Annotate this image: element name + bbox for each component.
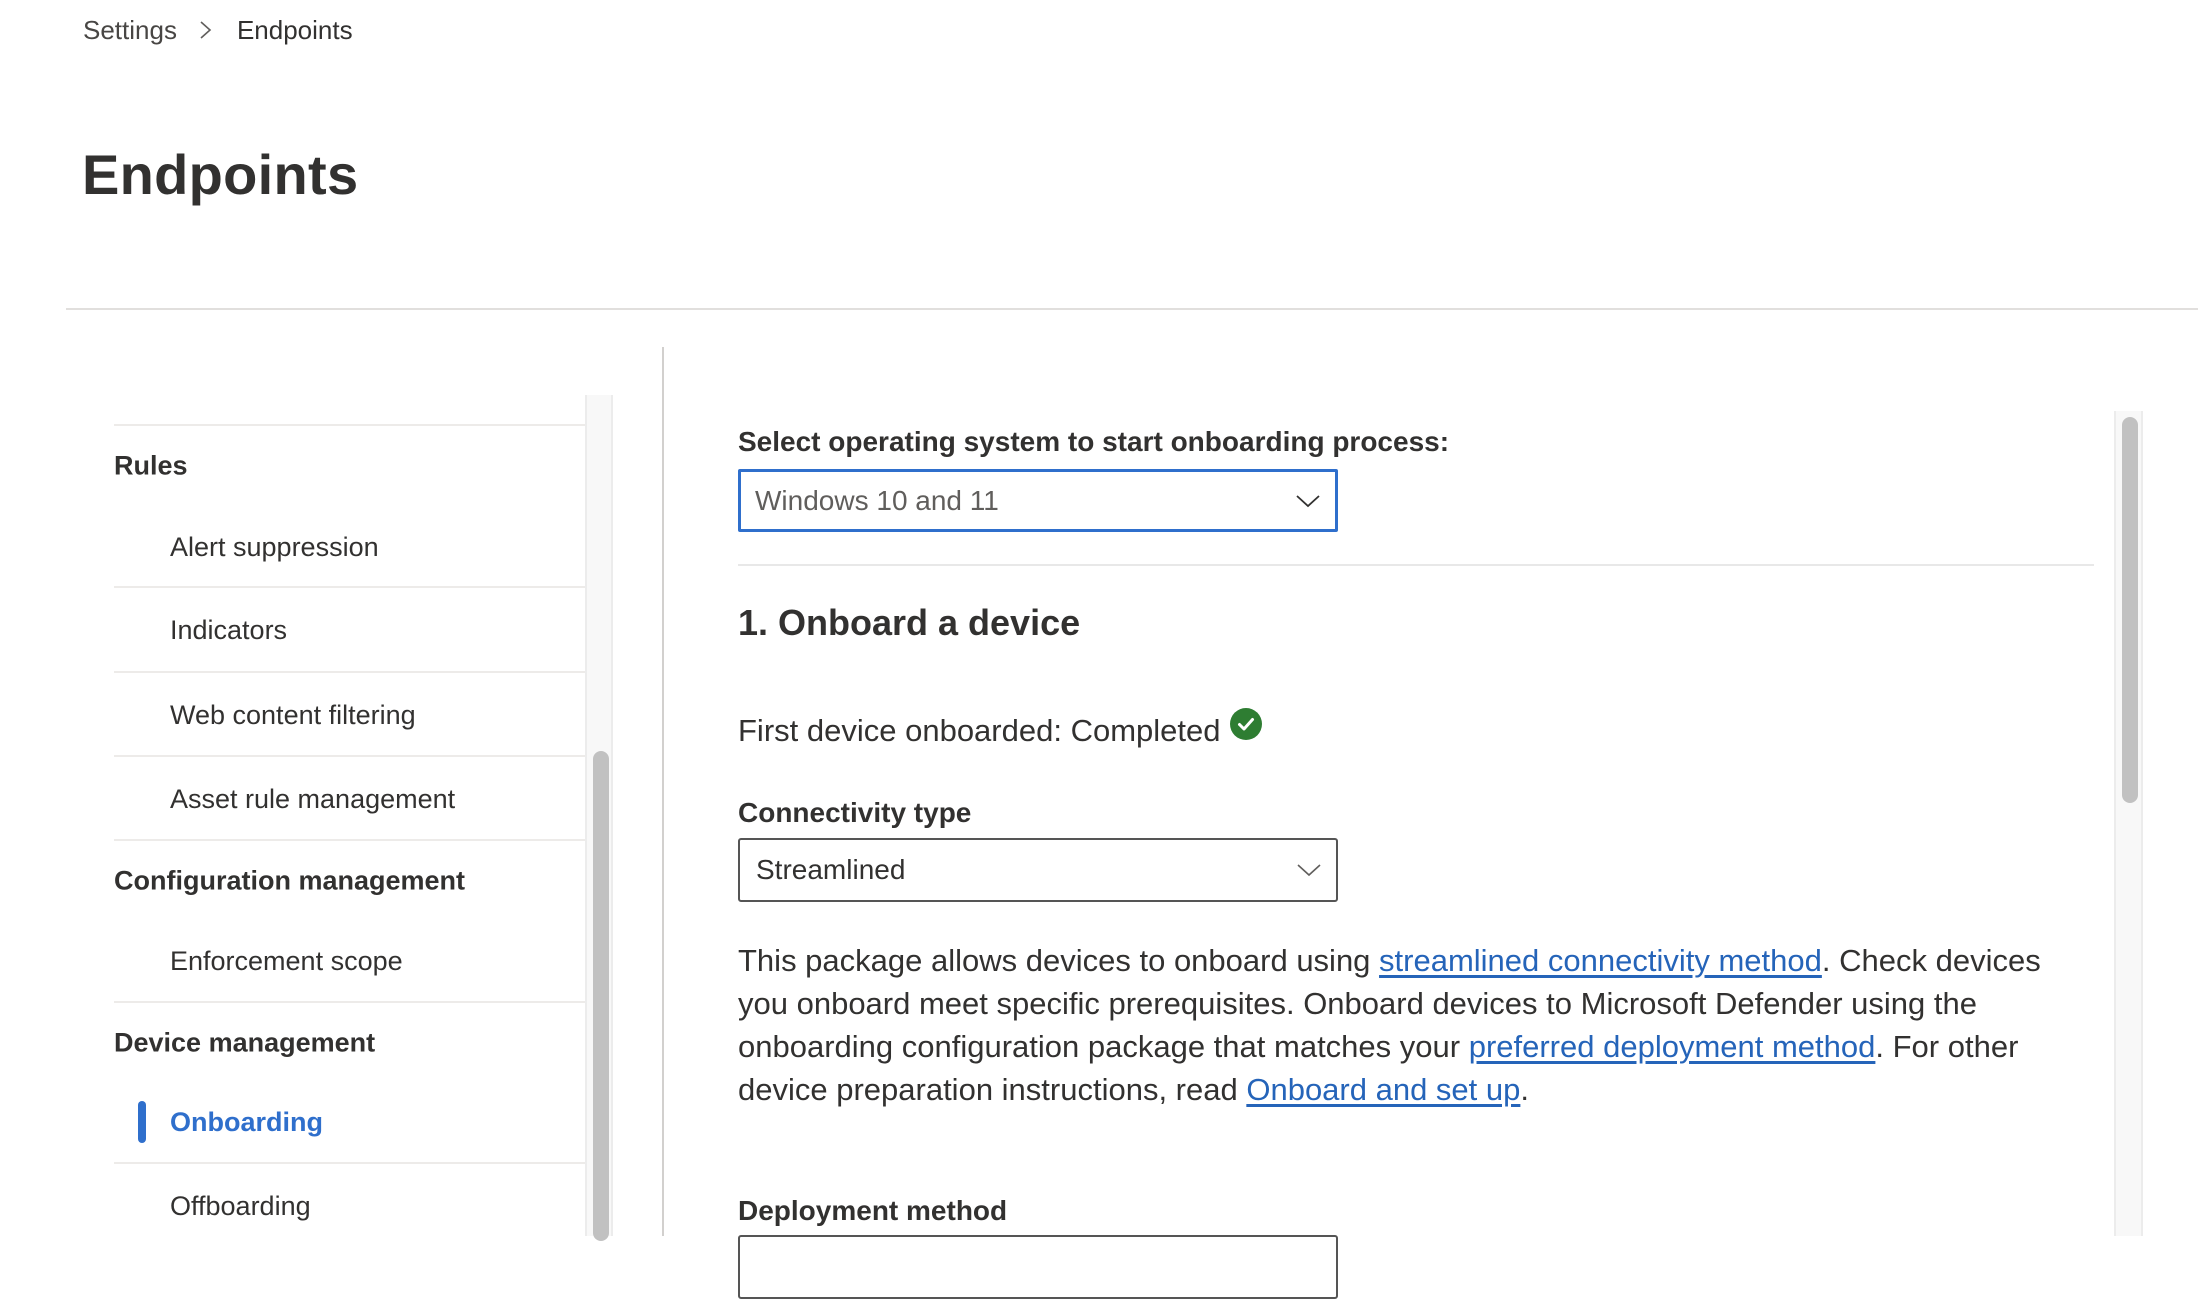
connectivity-type-label: Connectivity type [738, 797, 972, 828]
sidebar-item-indicators[interactable]: Indicators [114, 600, 585, 660]
check-circle-icon [1230, 708, 1263, 740]
pane-divider [662, 347, 664, 1236]
active-indicator [138, 1101, 146, 1143]
sidebar-item-enforcement-scope[interactable]: Enforcement scope [114, 931, 585, 991]
breadcrumb-settings[interactable]: Settings [83, 15, 177, 46]
nav-divider [114, 1001, 585, 1003]
connectivity-type-value: Streamlined [756, 854, 906, 885]
sidebar-item-asset-rule-management[interactable]: Asset rule management [114, 769, 585, 829]
nav-divider [114, 839, 585, 841]
sidebar-item-label: Asset rule management [170, 783, 456, 814]
section-divider [738, 564, 2094, 566]
header-divider [66, 308, 2198, 310]
os-select-dropdown[interactable]: Windows 10 and 11 [738, 469, 1338, 532]
connectivity-description: This package allows devices to onboard u… [738, 939, 2098, 1111]
chevron-down-icon [1295, 493, 1321, 509]
chevron-right-icon [199, 19, 213, 41]
sidebar-scrollbar[interactable] [585, 395, 613, 1241]
sidebar-scrollbar-thumb[interactable] [593, 751, 609, 1241]
sidebar-item-label: Enforcement scope [170, 945, 403, 976]
sidebar-item-label: Web content filtering [170, 699, 416, 730]
deployment-method-dropdown[interactable] [738, 1235, 1338, 1299]
deployment-method-label: Deployment method [738, 1195, 1008, 1226]
preferred-deployment-link[interactable]: preferred deployment method [1469, 1029, 1876, 1064]
streamlined-connectivity-link[interactable]: streamlined connectivity method [1379, 943, 1822, 978]
description-text: This package allows devices to onboard u… [738, 943, 1380, 978]
os-select-value: Windows 10 and 11 [755, 484, 999, 516]
sidebar-item-label: Onboarding [170, 1106, 323, 1137]
section-heading: 1. Onboard a device [738, 602, 1081, 643]
content-scrollbar[interactable] [2114, 411, 2143, 1236]
content-scrollbar-thumb[interactable] [2122, 417, 2138, 803]
sidebar-item-web-content-filtering[interactable]: Web content filtering [114, 685, 585, 745]
nav-divider [114, 1162, 585, 1164]
status-text: First device onboarded: Completed [738, 713, 1221, 748]
os-select-label: Select operating system to start onboard… [738, 426, 1450, 457]
sidebar-group-configuration-management: Configuration management [114, 865, 466, 896]
onboarding-status: First device onboarded: Completed [738, 708, 1263, 749]
sidebar-group-rules: Rules [114, 450, 188, 481]
nav-divider [114, 671, 585, 673]
breadcrumb-endpoints: Endpoints [236, 14, 353, 45]
sidebar-item-onboarding[interactable]: Onboarding [114, 1092, 585, 1152]
sidebar-nav-list: Rules Alert suppression Indicators Web c… [114, 395, 585, 1236]
onboard-and-set-up-link[interactable]: Onboard and set up [1246, 1072, 1520, 1107]
sidebar-item-offboarding[interactable]: Offboarding [114, 1176, 585, 1236]
connectivity-type-dropdown[interactable]: Streamlined [738, 838, 1338, 902]
sidebar-group-device-management: Device management [114, 1027, 376, 1058]
chevron-down-icon [1296, 862, 1322, 878]
sidebar-item-alert-suppression[interactable]: Alert suppression [114, 517, 585, 577]
page-title: Endpoints [82, 143, 359, 206]
sidebar-item-label: Alert suppression [170, 531, 379, 562]
sidebar-item-label: Indicators [170, 614, 288, 645]
nav-divider [114, 586, 585, 588]
settings-sidebar: Rules Alert suppression Indicators Web c… [114, 395, 613, 1241]
breadcrumb: Settings Endpoints [83, 10, 353, 50]
sidebar-item-label: Offboarding [170, 1190, 311, 1221]
description-text: . [1520, 1072, 1530, 1107]
onboarding-content: Select operating system to start onboard… [738, 380, 2098, 1299]
nav-divider [114, 424, 585, 426]
nav-divider [114, 755, 585, 757]
